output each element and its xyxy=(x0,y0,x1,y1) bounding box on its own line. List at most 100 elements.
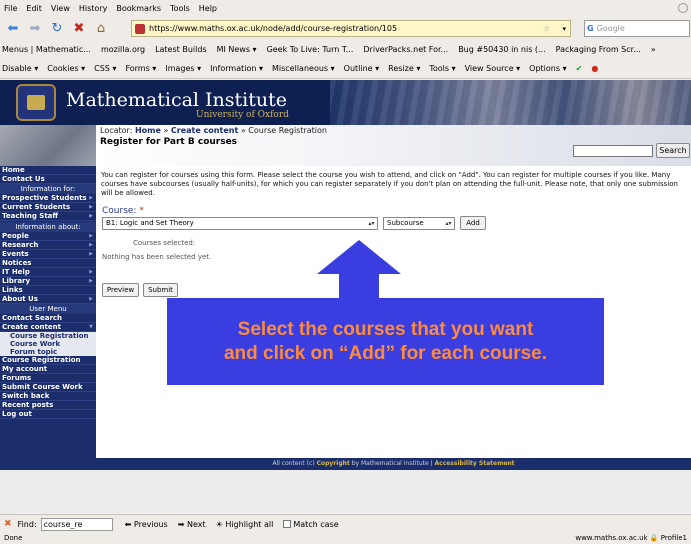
submenu-arrow-icon: ▶ xyxy=(89,233,93,239)
devtool-images[interactable]: Images ▾ xyxy=(165,64,201,73)
sidebar-item-recent-posts[interactable]: Recent posts xyxy=(0,401,96,410)
devtool-options[interactable]: Options ▾ xyxy=(529,64,566,73)
sidebar-subitem-course-registration[interactable]: Course Registration xyxy=(0,332,96,340)
devtool-css[interactable]: CSS ▾ xyxy=(94,64,116,73)
back-arrow-icon[interactable]: ⬅ xyxy=(5,21,21,37)
url-dropdown-icon[interactable]: ▾ xyxy=(562,25,566,33)
sidebar-item-research[interactable]: Research ▶ xyxy=(0,241,96,250)
sidebar-item-forums[interactable]: Forums xyxy=(0,374,96,383)
breadcrumb-home-link[interactable]: Home xyxy=(135,126,161,135)
url-text[interactable]: https://www.maths.ox.ac.uk/node/add/cour… xyxy=(149,24,397,33)
sidebar-item-notices[interactable]: Notices xyxy=(0,259,96,268)
home-icon[interactable]: ⌂ xyxy=(93,21,109,37)
devtool-miscellaneous[interactable]: Miscellaneous ▾ xyxy=(272,64,335,73)
find-input[interactable] xyxy=(40,517,113,531)
sidebar-item-library[interactable]: Library ▶ xyxy=(0,277,96,286)
url-bar[interactable]: https://www.maths.ox.ac.uk/node/add/cour… xyxy=(131,20,571,37)
sidebar-item-submit-course-work[interactable]: Submit Course Work xyxy=(0,383,96,392)
match-case-checkbox[interactable]: Match case xyxy=(283,519,339,529)
browser-search-field[interactable]: G Google xyxy=(584,20,690,37)
sidebar-item-about[interactable]: About Us ▶ xyxy=(0,295,96,304)
sidebar-heading-info-about: Information about: xyxy=(0,222,96,232)
select-arrows-icon: ▴▾ xyxy=(368,220,375,227)
breadcrumb-prefix: Locator: xyxy=(100,126,133,135)
footer-copyright-link[interactable]: Copyright xyxy=(317,460,350,467)
menu-tools[interactable]: Tools xyxy=(170,4,190,13)
highlight-all-button[interactable]: ☀ Highlight all xyxy=(216,520,274,529)
stop-icon[interactable]: ✖ xyxy=(71,21,87,37)
bookmark-item[interactable]: Packaging From Scr... xyxy=(556,45,641,54)
sidebar-item-links[interactable]: Links xyxy=(0,286,96,295)
sidebar-heading-user-menu: User Menu xyxy=(0,304,96,314)
bookmark-star-icon[interactable]: ☆ xyxy=(543,24,550,33)
find-next-button[interactable]: ➡ Next xyxy=(178,520,206,529)
breadcrumb-create-content-link[interactable]: Create content xyxy=(171,126,238,135)
close-find-icon[interactable]: ✖ xyxy=(4,519,12,529)
bookmark-item[interactable]: Bug #50430 in nis (... xyxy=(458,45,545,54)
sidebar-item-switch-back[interactable]: Switch back xyxy=(0,392,96,401)
bookmark-item[interactable]: Geek To Live: Turn T... xyxy=(267,45,354,54)
bookmark-item[interactable]: DriverPacks.net For... xyxy=(363,45,448,54)
devtool-information[interactable]: Information ▾ xyxy=(210,64,263,73)
devtool-resize[interactable]: Resize ▾ xyxy=(388,64,420,73)
menu-history[interactable]: History xyxy=(79,4,107,13)
sidebar-item-course-registration[interactable]: Course Registration xyxy=(0,356,96,365)
sidebar-item-create-content[interactable]: Create content ▼ xyxy=(0,323,96,332)
bookmark-item[interactable]: MI News ▾ xyxy=(217,45,257,54)
site-identity-icon[interactable] xyxy=(135,23,145,34)
annotation-callout: Select the courses that you want and cli… xyxy=(167,298,604,385)
footer-accessibility-link[interactable]: Accessibility Statement xyxy=(435,460,515,467)
devtool-forms[interactable]: Forms ▾ xyxy=(125,64,156,73)
preview-button[interactable]: Preview xyxy=(102,283,139,297)
forward-arrow-icon[interactable]: ➡ xyxy=(27,21,43,37)
bookmark-overflow[interactable]: » xyxy=(651,45,656,54)
devtool-view-source[interactable]: View Source ▾ xyxy=(465,64,521,73)
submenu-arrow-icon: ▶ xyxy=(89,278,93,284)
sidebar-item-people[interactable]: People ▶ xyxy=(0,232,96,241)
sidebar-item-prospective[interactable]: Prospective Students ▶ xyxy=(0,194,96,203)
bookmark-item[interactable]: Latest Builds xyxy=(155,45,207,54)
browser-menubar: File Edit View History Bookmarks Tools H… xyxy=(0,0,691,17)
course-label-text: Course: xyxy=(102,206,137,216)
callout-line-2: and click on “Add” for each course. xyxy=(223,342,548,364)
site-search-button[interactable]: Search xyxy=(656,143,690,158)
submenu-arrow-icon: ▶ xyxy=(89,251,93,257)
devtool-tools[interactable]: Tools ▾ xyxy=(429,64,455,73)
error-icon: ● xyxy=(591,64,599,73)
site-search-input[interactable] xyxy=(573,145,653,157)
subcourse-select[interactable]: Subcourse ▴▾ xyxy=(383,217,455,230)
menu-view[interactable]: View xyxy=(51,4,70,13)
sidebar-subitem-forum-topic[interactable]: Forum topic xyxy=(0,348,96,356)
sidebar-item-teaching[interactable]: Teaching Staff ▶ xyxy=(0,212,96,221)
devtool-cookies[interactable]: Cookies ▾ xyxy=(47,64,85,73)
menu-edit[interactable]: Edit xyxy=(26,4,42,13)
menu-file[interactable]: File xyxy=(4,4,17,13)
sidebar-item-ithelp[interactable]: IT Help ▶ xyxy=(0,268,96,277)
search-engine-icon[interactable]: G xyxy=(587,24,594,33)
menu-bookmarks[interactable]: Bookmarks xyxy=(116,4,161,13)
add-course-button[interactable]: Add xyxy=(460,216,486,230)
reload-icon[interactable]: ↻ xyxy=(49,21,65,37)
sidebar-item-contact-search[interactable]: Contact Search xyxy=(0,314,96,323)
breadcrumb-current: » Course Registration xyxy=(240,126,327,135)
menu-help[interactable]: Help xyxy=(199,4,217,13)
checkbox-box[interactable] xyxy=(283,520,292,528)
sidebar-item-contact[interactable]: Contact Us xyxy=(0,175,96,184)
sidebar-item-my-account[interactable]: My account xyxy=(0,365,96,374)
devtool-outline[interactable]: Outline ▾ xyxy=(344,64,380,73)
sidebar-item-events[interactable]: Events ▶ xyxy=(0,250,96,259)
sidebar-subitem-course-work[interactable]: Course Work xyxy=(0,340,96,348)
bookmark-item[interactable]: Menus | Mathematic... xyxy=(2,45,91,54)
submenu-arrow-icon: ▶ xyxy=(89,213,93,219)
find-previous-label: Previous xyxy=(133,519,168,529)
course-select[interactable]: B1: Logic and Set Theory ▴▾ xyxy=(102,217,378,230)
match-case-label: Match case xyxy=(293,519,339,529)
find-previous-button[interactable]: ⬅ Previous xyxy=(125,520,168,529)
sidebar-item-home[interactable]: Home xyxy=(0,166,96,175)
devtool-disable[interactable]: Disable ▾ xyxy=(2,64,38,73)
lock-icon: 🔒 xyxy=(649,534,659,542)
bookmark-item[interactable]: mozilla.org xyxy=(101,45,145,54)
sidebar-item-current[interactable]: Current Students ▶ xyxy=(0,203,96,212)
sidebar-item-log-out[interactable]: Log out xyxy=(0,410,96,419)
submit-button[interactable]: Submit xyxy=(143,283,178,297)
